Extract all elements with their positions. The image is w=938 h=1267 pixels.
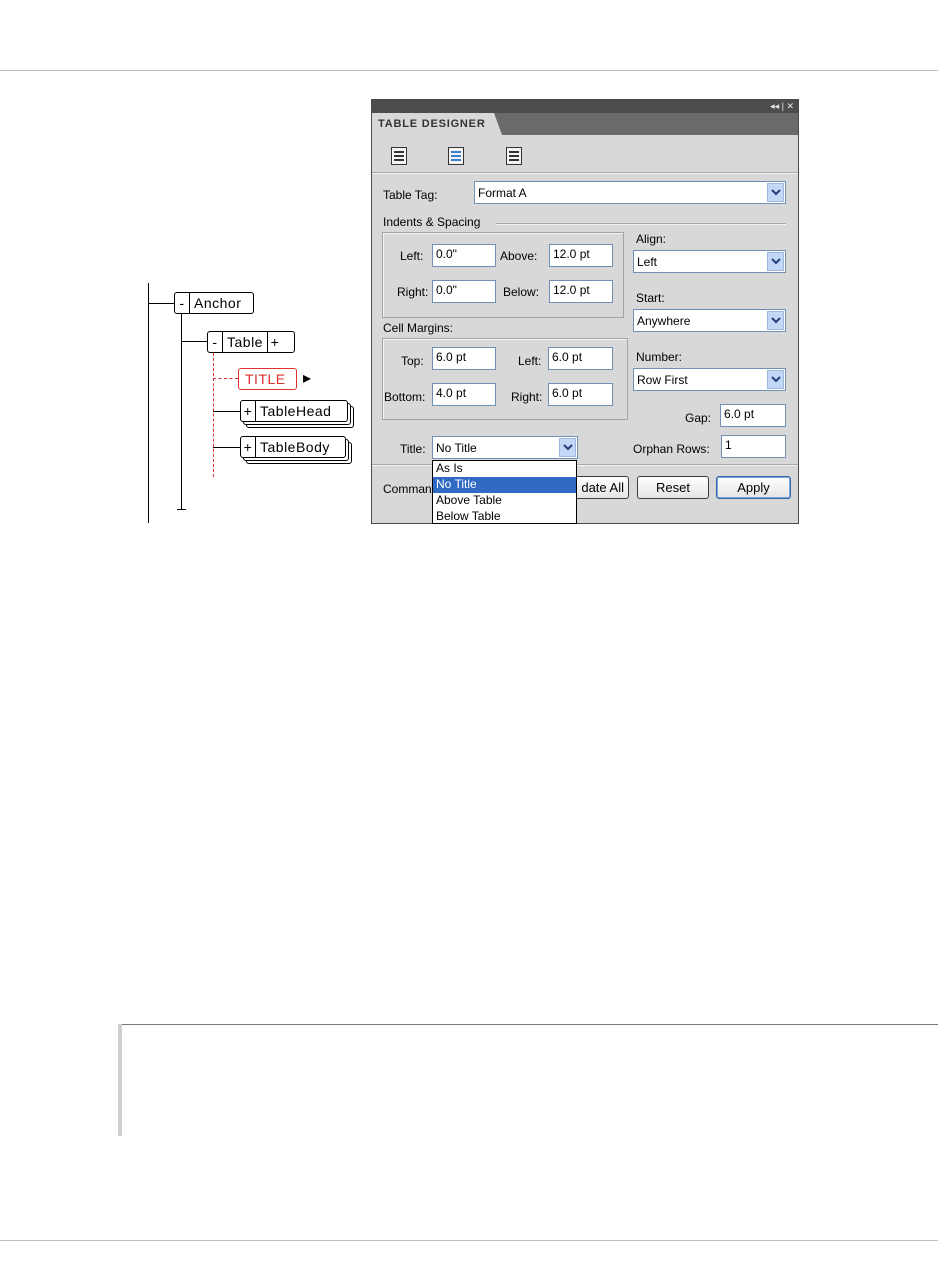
table-tag-select[interactable]: Format A [474,181,786,204]
collapse-icon[interactable]: - [208,332,223,352]
align-value: Left [637,255,658,269]
table-label: Table [227,334,263,350]
top-margin-label: Top: [401,354,424,368]
tree-branch-line [181,314,182,510]
cell-left-margin-field[interactable]: 6.0 pt [548,347,613,370]
cell-margins-label: Cell Margins: [383,321,454,335]
tree-connector [213,411,240,412]
title-option-selected[interactable]: No Title [433,477,576,493]
expand-icon[interactable]: + [266,332,282,352]
apply-button[interactable]: Apply [716,476,791,499]
left-indent-label: Left: [400,249,424,263]
anchor-label: Anchor [194,295,242,311]
table-properties-icon[interactable] [391,147,407,165]
note-box-sidebar [118,1024,122,1136]
title-dropdown-list[interactable]: As Is No Title Above Table Below Table [432,460,577,524]
left-indent-field[interactable]: 0.0" [432,244,496,267]
tree-dashed-line [213,353,214,477]
expand-icon[interactable]: + [241,401,256,421]
chevron-down-icon[interactable] [767,370,784,389]
table-tag-value: Format A [478,186,527,200]
toolbar-divider [372,172,798,174]
gap-field[interactable]: 6.0 pt [720,404,786,427]
table-node[interactable]: - Table + [207,331,295,353]
tablebody-node[interactable]: + TableBody [240,436,346,458]
cell-right-margin-label: Right: [511,390,543,404]
top-margin-field[interactable]: 6.0 pt [432,347,496,370]
note-box-top-rule [118,1024,938,1025]
commands-label: Comman [383,482,432,496]
gap-label: Gap: [685,411,712,425]
tablehead-label: TableHead [260,403,332,419]
align-select[interactable]: Left [633,250,786,273]
footer-rule [0,1240,938,1241]
number-label: Number: [636,350,683,364]
expand-icon[interactable]: + [241,437,256,457]
cell-right-margin-field[interactable]: 6.0 pt [548,383,613,406]
tab-strip: TABLE DESIGNER [372,113,798,135]
orphan-rows-label: Orphan Rows: [633,442,710,456]
reset-button[interactable]: Reset [637,476,709,499]
title-option[interactable]: Above Table [433,493,576,509]
cell-left-margin-label: Left: [518,354,542,368]
align-label: Align: [636,232,667,246]
title-select[interactable]: No Title [432,436,578,459]
tab-table-designer[interactable]: TABLE DESIGNER [372,113,502,135]
title-option[interactable]: As Is [433,461,576,477]
tree-connector [213,447,240,448]
number-value: Row First [637,373,688,387]
chevron-down-icon[interactable] [767,183,784,202]
table-tag-label: Table Tag: [383,188,438,202]
indents-divider [496,223,786,225]
tree-connector [181,341,207,342]
title-option[interactable]: Below Table [433,509,576,523]
panel-titlebar: ◂◂ | ✕ [372,100,798,113]
header-rule [0,70,938,71]
title-select-value: No Title [436,441,477,455]
below-field[interactable]: 12.0 pt [549,280,613,303]
tree-dashed-connector [213,378,238,379]
tablebody-label: TableBody [260,439,330,455]
collapse-icon[interactable]: - [175,293,190,313]
tree-connector [148,303,174,304]
insertion-arrow-icon: ▸ [303,370,312,387]
table-header-icon[interactable] [448,147,464,165]
tablehead-node[interactable]: + TableHead [240,400,348,422]
chevron-down-icon[interactable] [767,311,784,330]
number-select[interactable]: Row First [633,368,786,391]
above-field[interactable]: 12.0 pt [549,244,613,267]
anchor-node[interactable]: - Anchor [174,292,254,314]
panel-controls[interactable]: ◂◂ | ✕ [770,100,794,113]
table-body-icon[interactable] [506,147,522,165]
above-label: Above: [500,249,538,263]
below-label: Below: [503,285,540,299]
start-label: Start: [636,291,665,305]
indents-spacing-label: Indents & Spacing [383,215,481,229]
bottom-margin-field[interactable]: 4.0 pt [432,383,496,406]
tree-root-line [148,283,149,523]
title-node[interactable]: TITLE [238,368,297,390]
bottom-margin-label: Bottom: [384,390,426,404]
title-label: Title: [400,442,426,456]
chevron-down-icon[interactable] [559,438,576,457]
start-select[interactable]: Anywhere [633,309,786,332]
start-value: Anywhere [637,314,691,328]
orphan-rows-field[interactable]: 1 [721,435,786,458]
right-indent-label: Right: [397,285,429,299]
title-node-label: TITLE [245,371,286,387]
tree-branch-end [177,509,186,510]
right-indent-field[interactable]: 0.0" [432,280,496,303]
chevron-down-icon[interactable] [767,252,784,271]
